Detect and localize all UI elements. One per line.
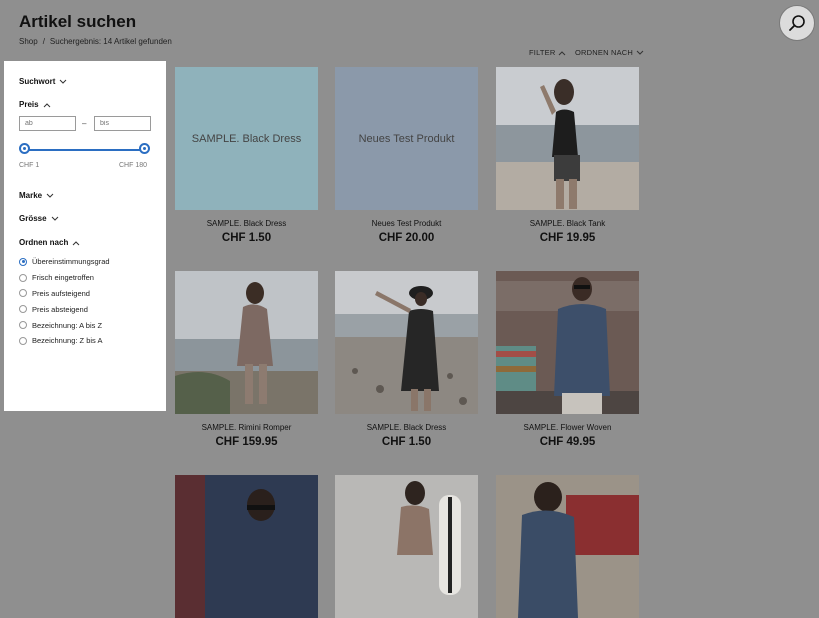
chevron-down-icon	[636, 50, 644, 55]
price-slider-max-handle[interactable]	[139, 143, 150, 154]
van-photo	[496, 271, 639, 414]
search-button[interactable]	[779, 5, 815, 41]
product-card[interactable]: SAMPLE. Flower Woven CHF 49.95	[496, 271, 639, 448]
sort-option-name-asc[interactable]: Bezeichnung: A bis Z	[19, 317, 110, 333]
product-image-placeholder: SAMPLE. Black Dress	[175, 67, 318, 210]
breadcrumb: Shop / Suchergebnis: 14 Artikel gefunden	[19, 37, 172, 46]
radio[interactable]	[19, 305, 27, 314]
chevron-up-icon	[559, 50, 566, 55]
sort-option-label: Preis absteigend	[32, 304, 88, 314]
product-card[interactable]	[496, 475, 639, 618]
product-image[interactable]	[335, 475, 478, 618]
product-price: CHF 1.50	[221, 232, 272, 244]
product-image-placeholder: Neues Test Produkt	[335, 67, 478, 210]
radio[interactable]	[19, 321, 27, 330]
car-photo	[175, 475, 318, 618]
product-image[interactable]	[335, 271, 478, 414]
chevron-down-icon	[51, 216, 58, 221]
product-card[interactable]: Neues Test Produkt Neues Test Produkt CH…	[335, 67, 478, 244]
price-slider-track[interactable]	[27, 149, 145, 151]
price-slider-min-handle[interactable]	[19, 143, 30, 154]
sort-option-label: Übereinstimmungsgrad	[32, 257, 110, 267]
filter-size-toggle[interactable]: Grösse	[19, 214, 59, 223]
product-image[interactable]: SAMPLE. Black Dress	[175, 67, 318, 210]
product-name[interactable]: SAMPLE. Rimini Romper	[175, 423, 318, 432]
chevron-up-icon	[43, 102, 50, 107]
product-name[interactable]: SAMPLE. Flower Woven	[496, 423, 639, 432]
sort-section-label: Ordnen nach	[19, 238, 69, 247]
truck-photo	[496, 475, 639, 618]
breadcrumb-shop-link[interactable]: Shop	[19, 37, 38, 46]
chevron-down-icon	[60, 79, 67, 84]
beach-photo	[496, 67, 639, 210]
brand-label: Marke	[19, 191, 43, 200]
product-card[interactable]: SAMPLE. Black Dress SAMPLE. Black Dress …	[175, 67, 318, 244]
search-icon	[789, 15, 805, 31]
product-card[interactable]	[335, 475, 478, 618]
product-image[interactable]	[175, 271, 318, 414]
product-name[interactable]: SAMPLE. Black Tank	[496, 219, 639, 228]
price-min-label: CHF 1	[19, 162, 40, 169]
radio[interactable]	[19, 336, 27, 345]
filter-brand-toggle[interactable]: Marke	[19, 191, 54, 200]
radio[interactable]	[19, 273, 27, 282]
filter-sort-toggle[interactable]: Ordnen nach	[19, 238, 80, 247]
filter-button[interactable]: FILTER	[529, 48, 566, 57]
surf-photo	[335, 475, 478, 618]
product-card[interactable]: SAMPLE. Rimini Romper CHF 159.95	[175, 271, 318, 448]
product-price: CHF 20.00	[378, 232, 435, 244]
page: Artikel suchen Shop / Suchergebnis: 14 Art…	[0, 0, 819, 618]
breadcrumb-current: Suchergebnis: 14 Artikel gefunden	[49, 37, 172, 46]
placeholder-text: SAMPLE. Black Dress	[191, 132, 302, 145]
chevron-up-icon	[72, 240, 80, 245]
filter-price-toggle[interactable]: Preis	[19, 100, 51, 109]
breadcrumb-separator: /	[42, 37, 45, 46]
sort-option-newest[interactable]: Frisch eingetroffen	[19, 270, 110, 286]
beach-photo	[335, 271, 478, 414]
product-name[interactable]: SAMPLE. Black Dress	[175, 219, 318, 228]
sort-option-label: Bezeichnung: Z bis A	[32, 336, 103, 346]
filter-keyword-toggle[interactable]: Suchwort	[19, 77, 67, 86]
product-card[interactable]: SAMPLE. Black Dress CHF 1.50	[335, 271, 478, 448]
keyword-label: Suchwort	[19, 77, 56, 86]
beach-photo	[175, 271, 318, 414]
price-max-label: CHF 180	[119, 162, 148, 169]
product-price: CHF 19.95	[539, 232, 596, 244]
price-label: Preis	[19, 100, 39, 109]
product-image[interactable]	[496, 67, 639, 210]
sort-option-price-desc[interactable]: Preis absteigend	[19, 301, 110, 317]
product-image[interactable]	[175, 475, 318, 618]
product-image[interactable]	[496, 475, 639, 618]
sort-option-name-desc[interactable]: Bezeichnung: Z bis A	[19, 333, 110, 349]
product-price: CHF 1.50	[381, 436, 432, 448]
sort-option-price-asc[interactable]: Preis aufsteigend	[19, 286, 110, 302]
radio-selected[interactable]	[19, 257, 27, 266]
product-price: CHF 49.95	[539, 436, 596, 448]
sort-option-relevance[interactable]: Übereinstimmungsgrad	[19, 254, 110, 270]
sort-options: Übereinstimmungsgrad Frisch eingetroffen…	[19, 254, 110, 349]
price-from-input[interactable]	[19, 116, 76, 131]
filter-label: FILTER	[529, 48, 556, 57]
sort-label: ORDNEN NACH	[575, 48, 634, 57]
product-image[interactable]	[496, 271, 639, 414]
placeholder-text: Neues Test Produkt	[358, 132, 455, 145]
product-card[interactable]	[175, 475, 318, 618]
page-title: Artikel suchen	[19, 12, 137, 31]
product-price: CHF 159.95	[215, 436, 278, 448]
size-label: Grösse	[19, 214, 47, 223]
radio[interactable]	[19, 289, 27, 298]
sort-option-label: Preis aufsteigend	[32, 288, 90, 298]
sort-option-label: Bezeichnung: A bis Z	[32, 320, 103, 330]
product-name[interactable]: Neues Test Produkt	[335, 219, 478, 228]
price-to-input[interactable]	[94, 116, 151, 131]
chevron-down-icon	[46, 193, 54, 198]
product-image[interactable]: Neues Test Produkt	[335, 67, 478, 210]
product-card[interactable]: SAMPLE. Black Tank CHF 19.95	[496, 67, 639, 244]
filter-panel: Suchwort Preis – CHF 1 CHF 180 Marke Grö…	[4, 61, 166, 411]
sort-dropdown[interactable]: ORDNEN NACH	[575, 48, 644, 57]
sort-option-label: Frisch eingetroffen	[32, 273, 94, 283]
product-name[interactable]: SAMPLE. Black Dress	[335, 423, 478, 432]
price-range-dash: –	[82, 119, 87, 128]
